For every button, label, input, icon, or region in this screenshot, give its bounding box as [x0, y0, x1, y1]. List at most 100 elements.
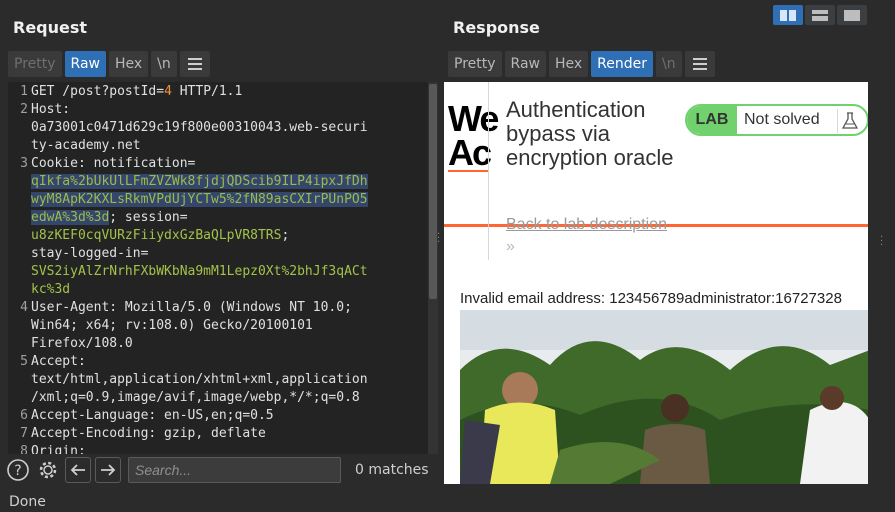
code-line[interactable]: GET /post?postId=4 HTTP/1.1 [31, 83, 428, 101]
code-line[interactable]: 0a73001c0471d629c19f800e00310043.web-sec… [31, 119, 428, 137]
line-number: 1 [20, 84, 28, 99]
request-tab-raw[interactable]: Raw [64, 51, 106, 77]
arrow-left-icon[interactable] [65, 457, 91, 483]
code-token: stay-logged-in= [31, 246, 149, 261]
single-pane-icon[interactable] [837, 5, 867, 25]
search-input[interactable] [128, 457, 341, 483]
right-splitter-handle[interactable]: · · · [880, 233, 883, 251]
response-tab-hex[interactable]: Hex [548, 51, 589, 77]
code-line[interactable]: edwA%3d%3d; session= [31, 209, 428, 227]
code-token: Host: [31, 102, 71, 117]
code-line[interactable]: Host: [31, 101, 428, 119]
request-editor[interactable]: 12345678 GET /post?postId=4 HTTP/1.1 Host… [8, 82, 428, 454]
two-pane-icon[interactable] [773, 5, 803, 25]
code-token: Firefox/108.0 [31, 336, 133, 351]
status-text: Done [9, 494, 46, 510]
code-line[interactable]: Accept-Language: en-US,en;q=0.5 [31, 407, 428, 425]
code-token: wyM8ApK2KXLsRkmVPdUjYCTw5%2fN89asCXIrPUn… [31, 192, 368, 207]
code-token: Cookie: notification= [31, 156, 196, 171]
line-number [8, 119, 28, 137]
arrow-right-icon[interactable] [95, 457, 121, 483]
code-line[interactable]: Origin: [31, 443, 428, 454]
response-title: Response [453, 18, 540, 37]
code-line[interactable]: Accept-Encoding: gzip, deflate [31, 425, 428, 443]
code-token: 4 [164, 84, 172, 99]
line-number [8, 371, 28, 389]
code-line[interactable]: Win64; x64; rv:108.0) Gecko/20100101 [31, 317, 428, 335]
blog-post-image [460, 310, 868, 484]
stacked-icon[interactable] [805, 5, 835, 25]
request-tab-newline[interactable]: \n [151, 51, 177, 77]
chevrons-icon: » [506, 238, 515, 255]
request-tabbar: Pretty Raw Hex \n [8, 51, 210, 77]
code-line[interactable]: /xml;q=0.9,image/avif,image/webp,*/*;q=0… [31, 389, 428, 407]
request-title: Request [13, 18, 88, 37]
code-line[interactable]: Cookie: notification= [31, 155, 428, 173]
response-menu-button[interactable] [684, 51, 715, 77]
code-line[interactable]: text/html,application/xhtml+xml,applicat… [31, 371, 428, 389]
response-tab-pretty[interactable]: Pretty [448, 51, 502, 77]
menu-icon [187, 58, 202, 70]
code-line[interactable]: wyM8ApK2KXLsRkmVPdUjYCTw5%2fN89asCXIrPUn… [31, 191, 428, 209]
code-token: qIkfa%2bUkUlLFmZVZWk8fjdjQDScib9ILP4ipxJ… [31, 174, 368, 189]
match-count: 0 matches [355, 462, 429, 478]
lab-label: LAB [687, 106, 737, 134]
code-token: Accept-Encoding: gzip, deflate [31, 426, 266, 441]
back-to-lab-link[interactable]: Back to lab description [506, 216, 667, 234]
code-line[interactable]: qIkfa%2bUkUlLFmZVZWk8fjdjQDScib9ILP4ipxJ… [31, 173, 428, 191]
line-number: 3 [20, 156, 28, 171]
code-token: Origin: [31, 444, 86, 454]
response-tab-newline[interactable]: \n [656, 51, 682, 77]
flask-icon [837, 109, 861, 133]
line-number: 4 [20, 300, 28, 315]
logo-underline [448, 170, 488, 172]
response-tabbar: Pretty Raw Hex Render \n [448, 51, 715, 77]
code-line[interactable]: SVS2iyAlZrNrhFXbWKbNa9mM1Lepz0Xt%2bhJf3q… [31, 263, 428, 281]
code-token: text/html,application/xhtml+xml,applicat… [31, 372, 368, 387]
svg-text:?: ? [14, 463, 21, 479]
code-line[interactable]: stay-logged-in= [31, 245, 428, 263]
scrollbar-thumb[interactable] [429, 84, 437, 299]
line-number [8, 245, 28, 263]
code-token: /xml;q=0.9,image/avif,image/webp,*/*;q=0… [31, 390, 360, 405]
line-number [8, 191, 28, 209]
line-number [8, 389, 28, 407]
code-token: User-Agent: Mozilla/5.0 (Windows NT 10.0… [31, 300, 352, 315]
code-line[interactable]: kc%3d [31, 281, 428, 299]
code-token: SVS2iyAlZrNrhFXbWKbNa9mM1Lepz0Xt%2bhJf3q… [31, 264, 368, 279]
line-number [8, 209, 28, 227]
code-token: GET /post?postId= [31, 84, 165, 99]
line-number [8, 263, 28, 281]
line-number: 2 [20, 102, 28, 117]
line-number: 8 [20, 444, 28, 454]
invalid-email-message: Invalid email address: 123456789administ… [460, 290, 842, 307]
line-number [8, 173, 28, 191]
code-line[interactable]: Firefox/108.0 [31, 335, 428, 353]
lab-status-badge: LAB Not solved [685, 104, 868, 136]
request-tab-pretty[interactable]: Pretty [8, 51, 62, 77]
code-token: Accept-Language: en-US,en;q=0.5 [31, 408, 274, 423]
line-number: 7 [20, 426, 28, 441]
code-line[interactable]: u8zKEF0cqVURzFiiydxGzBaQLpVR8TRS; [31, 227, 428, 245]
render-scrollbar[interactable] [868, 82, 878, 484]
request-raw-text[interactable]: GET /post?postId=4 HTTP/1.1 Host: 0a73001c… [31, 83, 428, 454]
response-render-view[interactable]: We Ac Authentication bypass via encrypti… [444, 82, 868, 484]
settings-icon[interactable] [35, 457, 61, 483]
code-token: edwA%3d%3d [31, 210, 110, 225]
code-line[interactable]: ty-academy.net [31, 137, 428, 155]
request-menu-button[interactable] [179, 51, 210, 77]
code-token: Accept: [31, 354, 86, 369]
lab-title: Authentication bypass via encryption ora… [506, 97, 674, 170]
help-icon[interactable]: ? [5, 457, 31, 483]
response-tab-render[interactable]: Render [591, 51, 654, 77]
line-number: 6 [20, 408, 28, 423]
code-token: 0a73001c0471d629c19f800e00310043.web-sec… [31, 120, 368, 135]
response-tab-raw[interactable]: Raw [504, 51, 546, 77]
code-line[interactable]: Accept: [31, 353, 428, 371]
request-scrollbar[interactable] [428, 82, 438, 454]
code-token: Win64; x64; rv:108.0) Gecko/20100101 [31, 318, 313, 333]
pane-splitter-handle[interactable]: · · · [437, 230, 440, 248]
code-line[interactable]: User-Agent: Mozilla/5.0 (Windows NT 10.0… [31, 299, 428, 317]
line-number [8, 227, 28, 245]
request-tab-hex[interactable]: Hex [108, 51, 149, 77]
